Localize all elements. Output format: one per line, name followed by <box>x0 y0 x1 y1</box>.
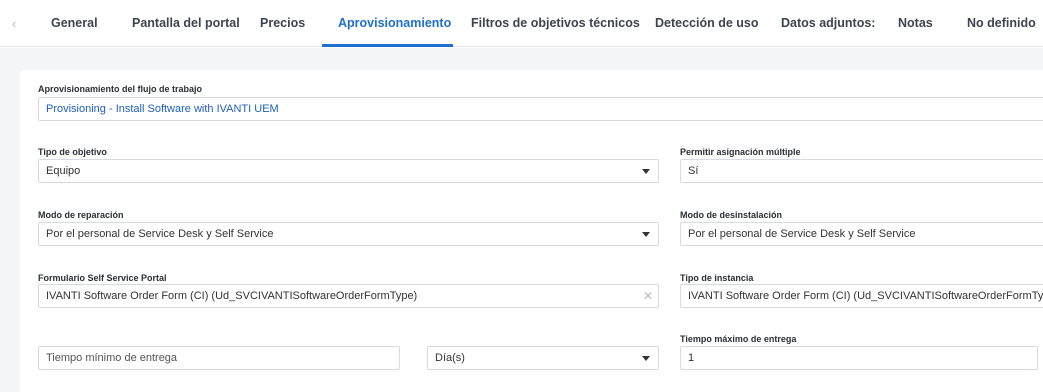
tab-pantalla-del-portal[interactable]: Pantalla del portal <box>132 0 240 47</box>
tab-precios[interactable]: Precios <box>260 0 305 47</box>
target-type-value: Equipo <box>46 165 81 177</box>
tab-general[interactable]: General <box>51 0 98 47</box>
instance-type-field[interactable]: IVANTI Software Order Form (CI) (Ud_SVCI… <box>680 284 1043 308</box>
caret-down-icon[interactable] <box>642 356 650 361</box>
ssp-form-value: IVANTI Software Order Form (CI) (Ud_SVCI… <box>46 290 418 302</box>
delivery-unit-value: Día(s) <box>435 352 465 364</box>
caret-down-icon[interactable] <box>642 232 650 237</box>
repair-mode-value: Por el personal de Service Desk y Self S… <box>46 228 274 240</box>
tab-bar: ‹ General Pantalla del portal Precios Ap… <box>0 0 1043 47</box>
ssp-form-field[interactable]: IVANTI Software Order Form (CI) (Ud_SVCI… <box>38 284 659 308</box>
uninstall-mode-label: Modo de desinstalación <box>680 210 783 220</box>
uninstall-mode-select[interactable]: Por el personal de Service Desk y Self S… <box>680 222 1043 246</box>
delivery-unit-select[interactable]: Día(s) <box>427 346 659 370</box>
caret-down-icon[interactable] <box>642 169 650 174</box>
workflow-field[interactable]: Provisioning - Install Software with IVA… <box>38 97 1043 121</box>
min-delivery-input[interactable]: Tiempo mínimo de entrega <box>38 346 400 370</box>
max-delivery-input[interactable]: 1 <box>680 346 1038 370</box>
close-icon[interactable]: ✕ <box>641 285 655 307</box>
multi-assign-label: Permitir asignación múltiple <box>680 147 801 157</box>
multi-assign-select[interactable]: Sí <box>680 159 1043 183</box>
repair-mode-label: Modo de reparación <box>38 210 124 220</box>
target-type-label: Tipo de objetivo <box>38 147 107 157</box>
target-type-select[interactable]: Equipo <box>38 159 659 183</box>
ssp-form-label: Formulario Self Service Portal <box>38 273 167 283</box>
repair-mode-select[interactable]: Por el personal de Service Desk y Self S… <box>38 222 659 246</box>
tab-deteccion-de-uso[interactable]: Detección de uso <box>655 0 759 47</box>
tab-aprovisionamiento[interactable]: Aprovisionamiento <box>338 0 451 47</box>
workflow-label: Aprovisionamiento del flujo de trabajo <box>38 84 203 94</box>
chevron-left-icon[interactable]: ‹ <box>12 16 24 32</box>
tab-notas[interactable]: Notas <box>898 0 933 47</box>
tab-filtros-objetivos-tecnicos[interactable]: Filtros de objetivos técnicos <box>471 0 640 47</box>
tab-datos-adjuntos[interactable]: Datos adjuntos: <box>781 0 875 47</box>
tab-no-definido[interactable]: No definido <box>967 0 1036 47</box>
active-tab-indicator <box>322 44 453 47</box>
max-delivery-label: Tiempo máximo de entrega <box>680 334 797 344</box>
instance-type-label: Tipo de instancia <box>680 273 754 283</box>
